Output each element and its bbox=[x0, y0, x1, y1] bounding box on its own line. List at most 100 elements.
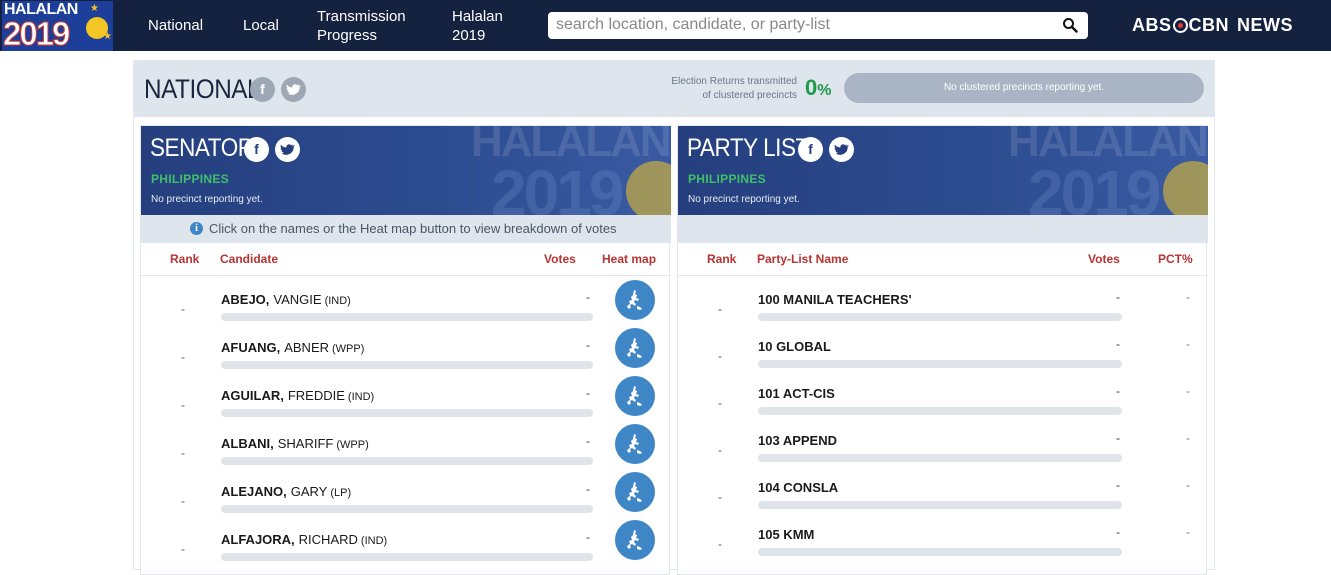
row-rank: - bbox=[181, 398, 185, 412]
twitter-icon[interactable] bbox=[275, 137, 300, 162]
partylist-row[interactable]: - 105 KMM - - bbox=[678, 521, 1208, 569]
halalan-2019-logo[interactable]: HALALAN 2019 ★ ★ bbox=[2, 1, 113, 51]
row-rank: - bbox=[718, 443, 722, 457]
col-party-list-name[interactable]: Party-List Name bbox=[757, 252, 848, 266]
partylist-location[interactable]: PHILIPPINES bbox=[688, 172, 766, 186]
row-pct: - bbox=[1186, 290, 1190, 304]
national-results-card: NATIONAL f Election Returns transmitted … bbox=[133, 60, 1215, 575]
info-bar: i Click on the names or the Heat map but… bbox=[141, 215, 671, 243]
header-divider bbox=[141, 275, 671, 276]
info-icon: i bbox=[190, 222, 203, 235]
sun-watermark-icon bbox=[1163, 161, 1208, 215]
candidate-row[interactable]: - AFUANG, ABNER (WPP) - bbox=[141, 328, 671, 382]
twitter-icon[interactable] bbox=[829, 137, 854, 162]
partylist-name[interactable]: 103 APPEND bbox=[758, 433, 837, 448]
candidate-row[interactable]: - ALBANI, SHARIFF (WPP) - bbox=[141, 424, 671, 478]
row-votes: - bbox=[1116, 431, 1120, 445]
partylist-row[interactable]: - 103 APPEND - - bbox=[678, 427, 1208, 475]
brand-abs: ABS bbox=[1132, 15, 1172, 35]
col-rank: Rank bbox=[707, 252, 737, 266]
row-pct: - bbox=[1186, 525, 1190, 539]
partylist-row[interactable]: - 10 GLOBAL - - bbox=[678, 333, 1208, 381]
brand-news: NEWS bbox=[1237, 15, 1294, 35]
senator-location[interactable]: PHILIPPINES bbox=[151, 172, 229, 186]
row-rank: - bbox=[718, 396, 722, 410]
brand-cbn: CBN bbox=[1188, 15, 1230, 35]
candidate-name[interactable]: ABEJO, VANGIE (IND) bbox=[221, 292, 351, 307]
partylist-title: PARTY LIST bbox=[687, 134, 809, 162]
abs-cbn-news-logo[interactable]: ABS CBN NEWS bbox=[1132, 15, 1293, 36]
facebook-icon[interactable]: f bbox=[244, 137, 269, 162]
candidate-party: (IND) bbox=[324, 295, 351, 307]
year-watermark: 2019 bbox=[1028, 157, 1161, 215]
col-pct[interactable]: PCT% bbox=[1158, 252, 1193, 266]
facebook-icon[interactable]: f bbox=[798, 137, 823, 162]
vote-progress-bar bbox=[221, 409, 593, 417]
partylist-row[interactable]: - 101 ACT-CIS - - bbox=[678, 380, 1208, 428]
abs-cbn-eye-icon bbox=[1172, 18, 1188, 33]
candidate-row[interactable]: - ABEJO, VANGIE (IND) - bbox=[141, 280, 671, 334]
col-candidate[interactable]: Candidate bbox=[220, 252, 278, 266]
candidate-last-name: ALFAJORA, bbox=[221, 532, 295, 547]
heatmap-button[interactable] bbox=[615, 424, 655, 464]
heatmap-button[interactable] bbox=[615, 472, 655, 512]
candidate-last-name: ALEJANO, bbox=[221, 484, 287, 499]
row-votes: - bbox=[1116, 290, 1120, 304]
partylist-row[interactable]: - 100 MANILA TEACHERS' - - bbox=[678, 286, 1208, 334]
candidate-last-name: AGUILAR, bbox=[221, 388, 284, 403]
candidate-row[interactable]: - ALEJANO, GARY (LP) - bbox=[141, 472, 671, 526]
facebook-icon[interactable]: f bbox=[250, 77, 275, 102]
er-transmitted-label: Election Returns transmitted of clustere… bbox=[654, 75, 797, 103]
partylist-name[interactable]: 100 MANILA TEACHERS' bbox=[758, 292, 912, 307]
candidate-last-name: ALBANI, bbox=[221, 436, 274, 451]
row-rank: - bbox=[181, 302, 185, 316]
nav-halalan-2019[interactable]: Halalan 2019 bbox=[452, 7, 503, 45]
header-divider bbox=[678, 275, 1208, 276]
candidate-name[interactable]: ALBANI, SHARIFF (WPP) bbox=[221, 436, 369, 451]
candidate-name[interactable]: ALFAJORA, RICHARD (IND) bbox=[221, 532, 387, 547]
row-rank: - bbox=[718, 302, 722, 316]
vote-progress-bar bbox=[758, 454, 1122, 462]
twitter-bird-icon bbox=[286, 84, 301, 95]
col-votes[interactable]: Votes bbox=[544, 252, 576, 266]
nav-halalan-label-line1: Halalan bbox=[452, 8, 503, 25]
vote-progress-bar bbox=[758, 360, 1122, 368]
candidate-name[interactable]: AFUANG, ABNER (WPP) bbox=[221, 340, 364, 355]
nav-local-label: Local bbox=[243, 17, 279, 34]
twitter-bird-icon bbox=[834, 144, 849, 155]
row-rank: - bbox=[718, 349, 722, 363]
partylist-panel: HALALAN 2019 PARTY LIST f PHILIPPINES No… bbox=[677, 125, 1208, 575]
heatmap-button[interactable] bbox=[615, 280, 655, 320]
candidate-first-name: SHARIFF bbox=[277, 436, 334, 451]
national-header-bar: NATIONAL f Election Returns transmitted … bbox=[134, 61, 1214, 117]
er-pct-value: 0 bbox=[805, 75, 818, 100]
partylist-row[interactable]: - 104 CONSLA - - bbox=[678, 474, 1208, 522]
heatmap-icon bbox=[627, 434, 642, 454]
senator-title: SENATOR bbox=[150, 134, 254, 162]
heatmap-button[interactable] bbox=[615, 520, 655, 560]
candidate-row[interactable]: - ALFAJORA, RICHARD (IND) - bbox=[141, 520, 671, 574]
row-pct: - bbox=[1186, 337, 1190, 351]
star-icon: ★ bbox=[90, 3, 99, 14]
nav-transmission-progress[interactable]: Transmission Progress bbox=[317, 7, 406, 45]
twitter-icon[interactable] bbox=[281, 77, 306, 102]
nav-national[interactable]: National bbox=[148, 16, 203, 35]
search-icon[interactable] bbox=[1062, 17, 1078, 33]
col-votes[interactable]: Votes bbox=[1088, 252, 1120, 266]
candidate-row[interactable]: - AGUILAR, FREDDIE (IND) - bbox=[141, 376, 671, 430]
partylist-info-bar bbox=[678, 215, 1208, 243]
candidate-name[interactable]: AGUILAR, FREDDIE (IND) bbox=[221, 388, 374, 403]
sun-watermark-icon bbox=[626, 161, 671, 215]
partylist-name[interactable]: 104 CONSLA bbox=[758, 480, 838, 495]
heatmap-button[interactable] bbox=[615, 376, 655, 416]
nav-local[interactable]: Local bbox=[243, 16, 279, 35]
row-rank: - bbox=[181, 494, 185, 508]
partylist-name[interactable]: 105 KMM bbox=[758, 527, 814, 542]
partylist-name[interactable]: 101 ACT-CIS bbox=[758, 386, 835, 401]
candidate-party: (IND) bbox=[360, 535, 388, 547]
page-title: NATIONAL bbox=[144, 74, 261, 104]
partylist-name[interactable]: 10 GLOBAL bbox=[758, 339, 831, 354]
search-input[interactable] bbox=[556, 14, 1056, 36]
heatmap-button[interactable] bbox=[615, 328, 655, 368]
candidate-name[interactable]: ALEJANO, GARY (LP) bbox=[221, 484, 351, 499]
